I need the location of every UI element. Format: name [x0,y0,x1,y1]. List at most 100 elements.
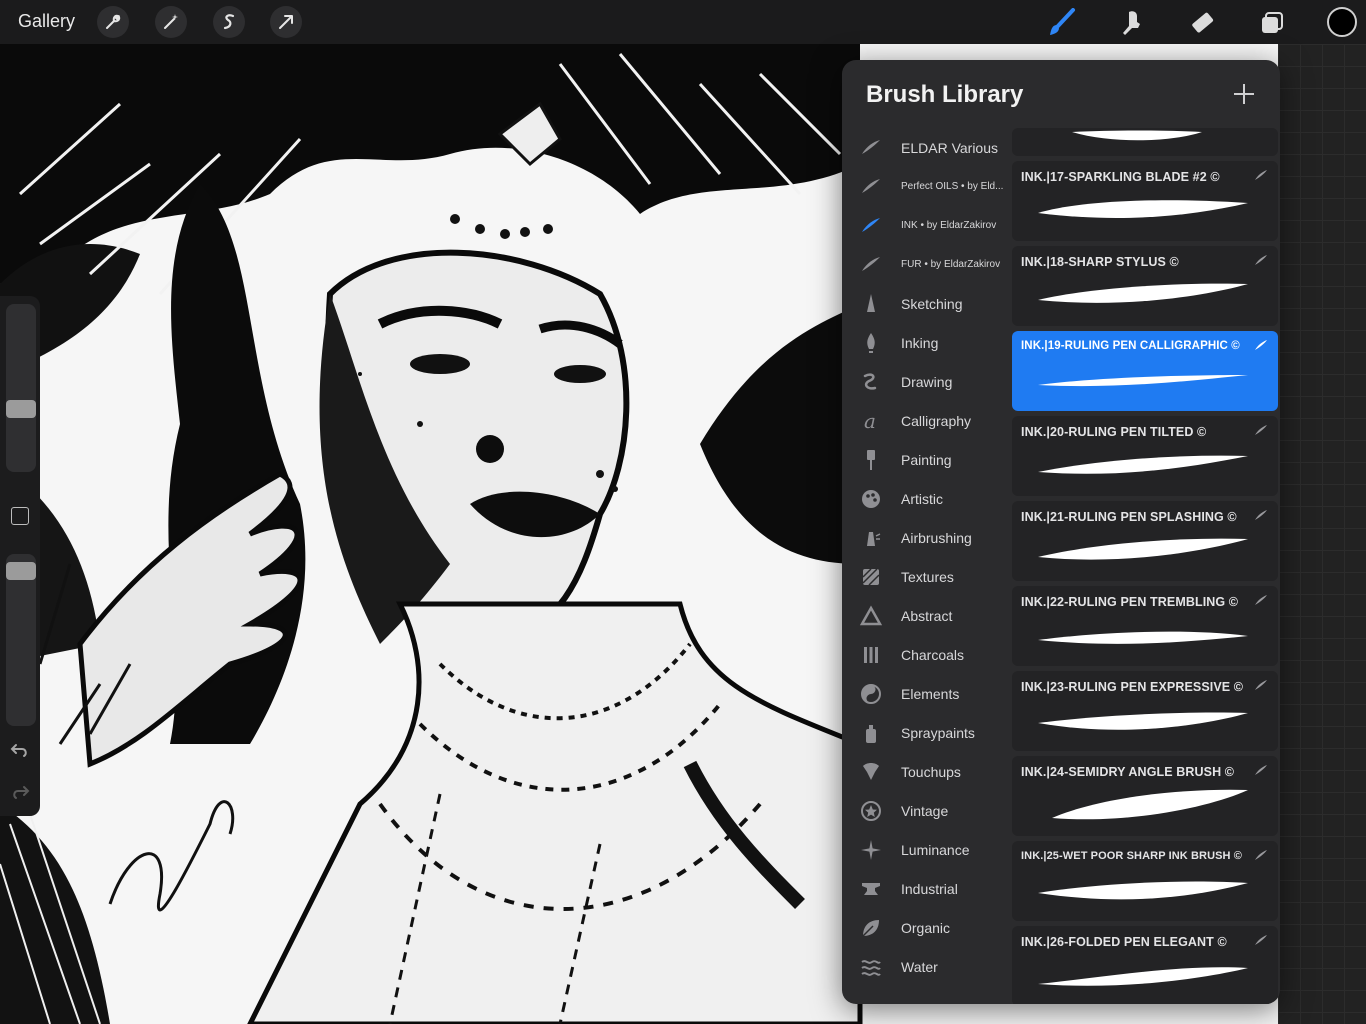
brush-set-item[interactable]: Airbrushing [856,518,1016,557]
yin-yang-icon [856,682,886,706]
layers-icon[interactable] [1255,6,1289,40]
brush-stroke-preview [1038,538,1248,560]
canvas-grid-background [1278,44,1366,1024]
brush-set-item[interactable]: Water [856,947,1016,986]
brush-set-item[interactable]: INK • by EldarZakirov [856,206,1016,245]
brush-stroke-icon [856,175,886,199]
charcoal-icon [856,643,886,667]
brush-size-slider[interactable] [6,304,36,472]
brush-set-label: Calligraphy [901,412,972,429]
brush-set-label: Vintage [901,802,949,819]
brush-set-label: ELDAR Various [901,139,999,156]
brush-name: INK.|22-RULING PEN TREMBLING © [1021,595,1239,609]
transform-arrow-icon[interactable] [270,6,302,38]
spray-can-icon [856,721,886,745]
plus-icon[interactable] [1232,82,1256,106]
brush-card[interactable]: INK.|24-SEMIDRY ANGLE BRUSH © [1012,756,1278,836]
brush-card[interactable]: INK.|20-RULING PEN TILTED © [1012,416,1278,496]
gallery-button[interactable]: Gallery [18,11,75,32]
brush-stroke-icon [1255,255,1267,265]
brush-set-item[interactable]: ELDAR Various [856,128,1016,167]
brush-size-slider-thumb[interactable] [6,400,36,418]
paint-brush-icon [856,448,886,472]
brush-stroke-icon [856,253,886,277]
brush-set-item[interactable]: Touchups [856,752,1016,791]
brush-set-item[interactable]: Painting [856,440,1016,479]
brush-set-label: Touchups [901,763,961,780]
brush-stroke-preview [1038,631,1248,644]
brush-set-item[interactable]: Elements [856,674,1016,713]
brush-set-label: Elements [901,685,960,702]
brush-set-item[interactable]: Sketching [856,284,1016,323]
brush-set-label: Charcoals [901,646,965,663]
brush-set-item[interactable]: Industrial [856,869,1016,908]
panel-title: Brush Library [866,81,1024,108]
brush-set-item[interactable]: a Calligraphy [856,401,1016,440]
palette-icon [856,487,886,511]
script-a-icon: a [856,409,886,433]
brush-card-partial[interactable] [1012,128,1278,156]
brush-set-label: Organic [901,919,951,936]
brush-set-item[interactable]: Textures [856,557,1016,596]
brush-set-item[interactable]: Drawing [856,362,1016,401]
brush-set-label: Perfect OILS • by Eld... [901,181,1004,192]
pencil-icon [856,292,886,316]
brush-name: INK.|18-SHARP STYLUS © [1021,255,1179,269]
brush-set-item[interactable]: Charcoals [856,635,1016,674]
brush-stroke-icon [1255,425,1267,435]
brush-set-item[interactable]: Abstract [856,596,1016,635]
brush-card[interactable]: INK.|21-RULING PEN SPLASHING © [1012,501,1278,581]
brush-icon[interactable] [1044,6,1078,40]
brush-set-item[interactable]: Artistic [856,479,1016,518]
magic-wand-icon[interactable] [155,6,187,38]
brush-set-label: Abstract [901,607,953,624]
brush-name: INK.|19-RULING PEN CALLIGRAPHIC © [1021,340,1240,352]
brush-set-label: Spraypaints [901,724,975,741]
brush-name: INK.|23-RULING PEN EXPRESSIVE © [1021,680,1244,694]
opacity-slider[interactable] [6,554,36,726]
brush-stroke-preview [1038,375,1248,387]
brush-set-item[interactable]: Inking [856,323,1016,362]
opacity-slider-thumb[interactable] [6,562,36,580]
brush-set-item[interactable]: FUR • by EldarZakirov [856,245,1016,284]
brush-stroke-icon [1255,510,1267,520]
brush-set-item[interactable]: Spraypaints [856,713,1016,752]
smudge-icon[interactable] [1114,6,1148,40]
airbrush-icon [856,526,886,550]
brush-set-item[interactable]: Luminance [856,830,1016,869]
undo-icon[interactable] [10,742,30,760]
brush-name: INK.|21-RULING PEN SPLASHING © [1021,510,1237,524]
brush-stroke-icon [1255,595,1267,605]
brush-set-item[interactable]: Organic [856,908,1016,947]
brush-stroke-icon [1255,340,1267,350]
brush-stroke-icon [856,136,886,160]
triangle-icon [856,604,886,628]
wrench-icon[interactable] [97,6,129,38]
modify-button[interactable] [11,507,29,525]
brush-set-list: ELDAR Various Perfect OILS • by Eld... INK… [856,128,1016,986]
color-picker-swatch[interactable] [1327,7,1357,37]
eraser-icon[interactable] [1185,6,1219,40]
sparkle-icon [856,838,886,862]
brush-card[interactable]: INK.|22-RULING PEN TREMBLING © [1012,586,1278,666]
brush-stroke-preview [1038,712,1248,730]
brush-stroke-preview [1052,789,1248,820]
brush-card[interactable]: INK.|26-FOLDED PEN ELEGANT © [1012,926,1278,1004]
brush-stroke-icon [1255,850,1267,860]
brush-set-label: Airbrushing [901,529,972,546]
redo-icon[interactable] [10,784,30,802]
brush-stroke-preview [1038,200,1248,218]
brush-set-item[interactable]: Perfect OILS • by Eld... [856,167,1016,206]
brush-card[interactable]: INK.|23-RULING PEN EXPRESSIVE © [1012,671,1278,751]
left-sidebar [0,296,40,816]
brush-card[interactable]: INK.|25-WET POOR SHARP INK BRUSH © [1012,841,1278,921]
brush-set-item[interactable]: Vintage [856,791,1016,830]
brush-card[interactable]: INK.|19-RULING PEN CALLIGRAPHIC © [1012,331,1278,411]
brush-card[interactable]: INK.|17-SPARKLING BLADE #2 © [1012,161,1278,241]
brush-set-label: Inking [901,334,939,351]
svg-text:a: a [864,409,876,433]
selection-icon[interactable] [213,6,245,38]
brush-card[interactable]: INK.|18-SHARP STYLUS © [1012,246,1278,326]
brush-stroke-icon [1255,765,1267,775]
brush-stroke-icon [1255,170,1267,180]
